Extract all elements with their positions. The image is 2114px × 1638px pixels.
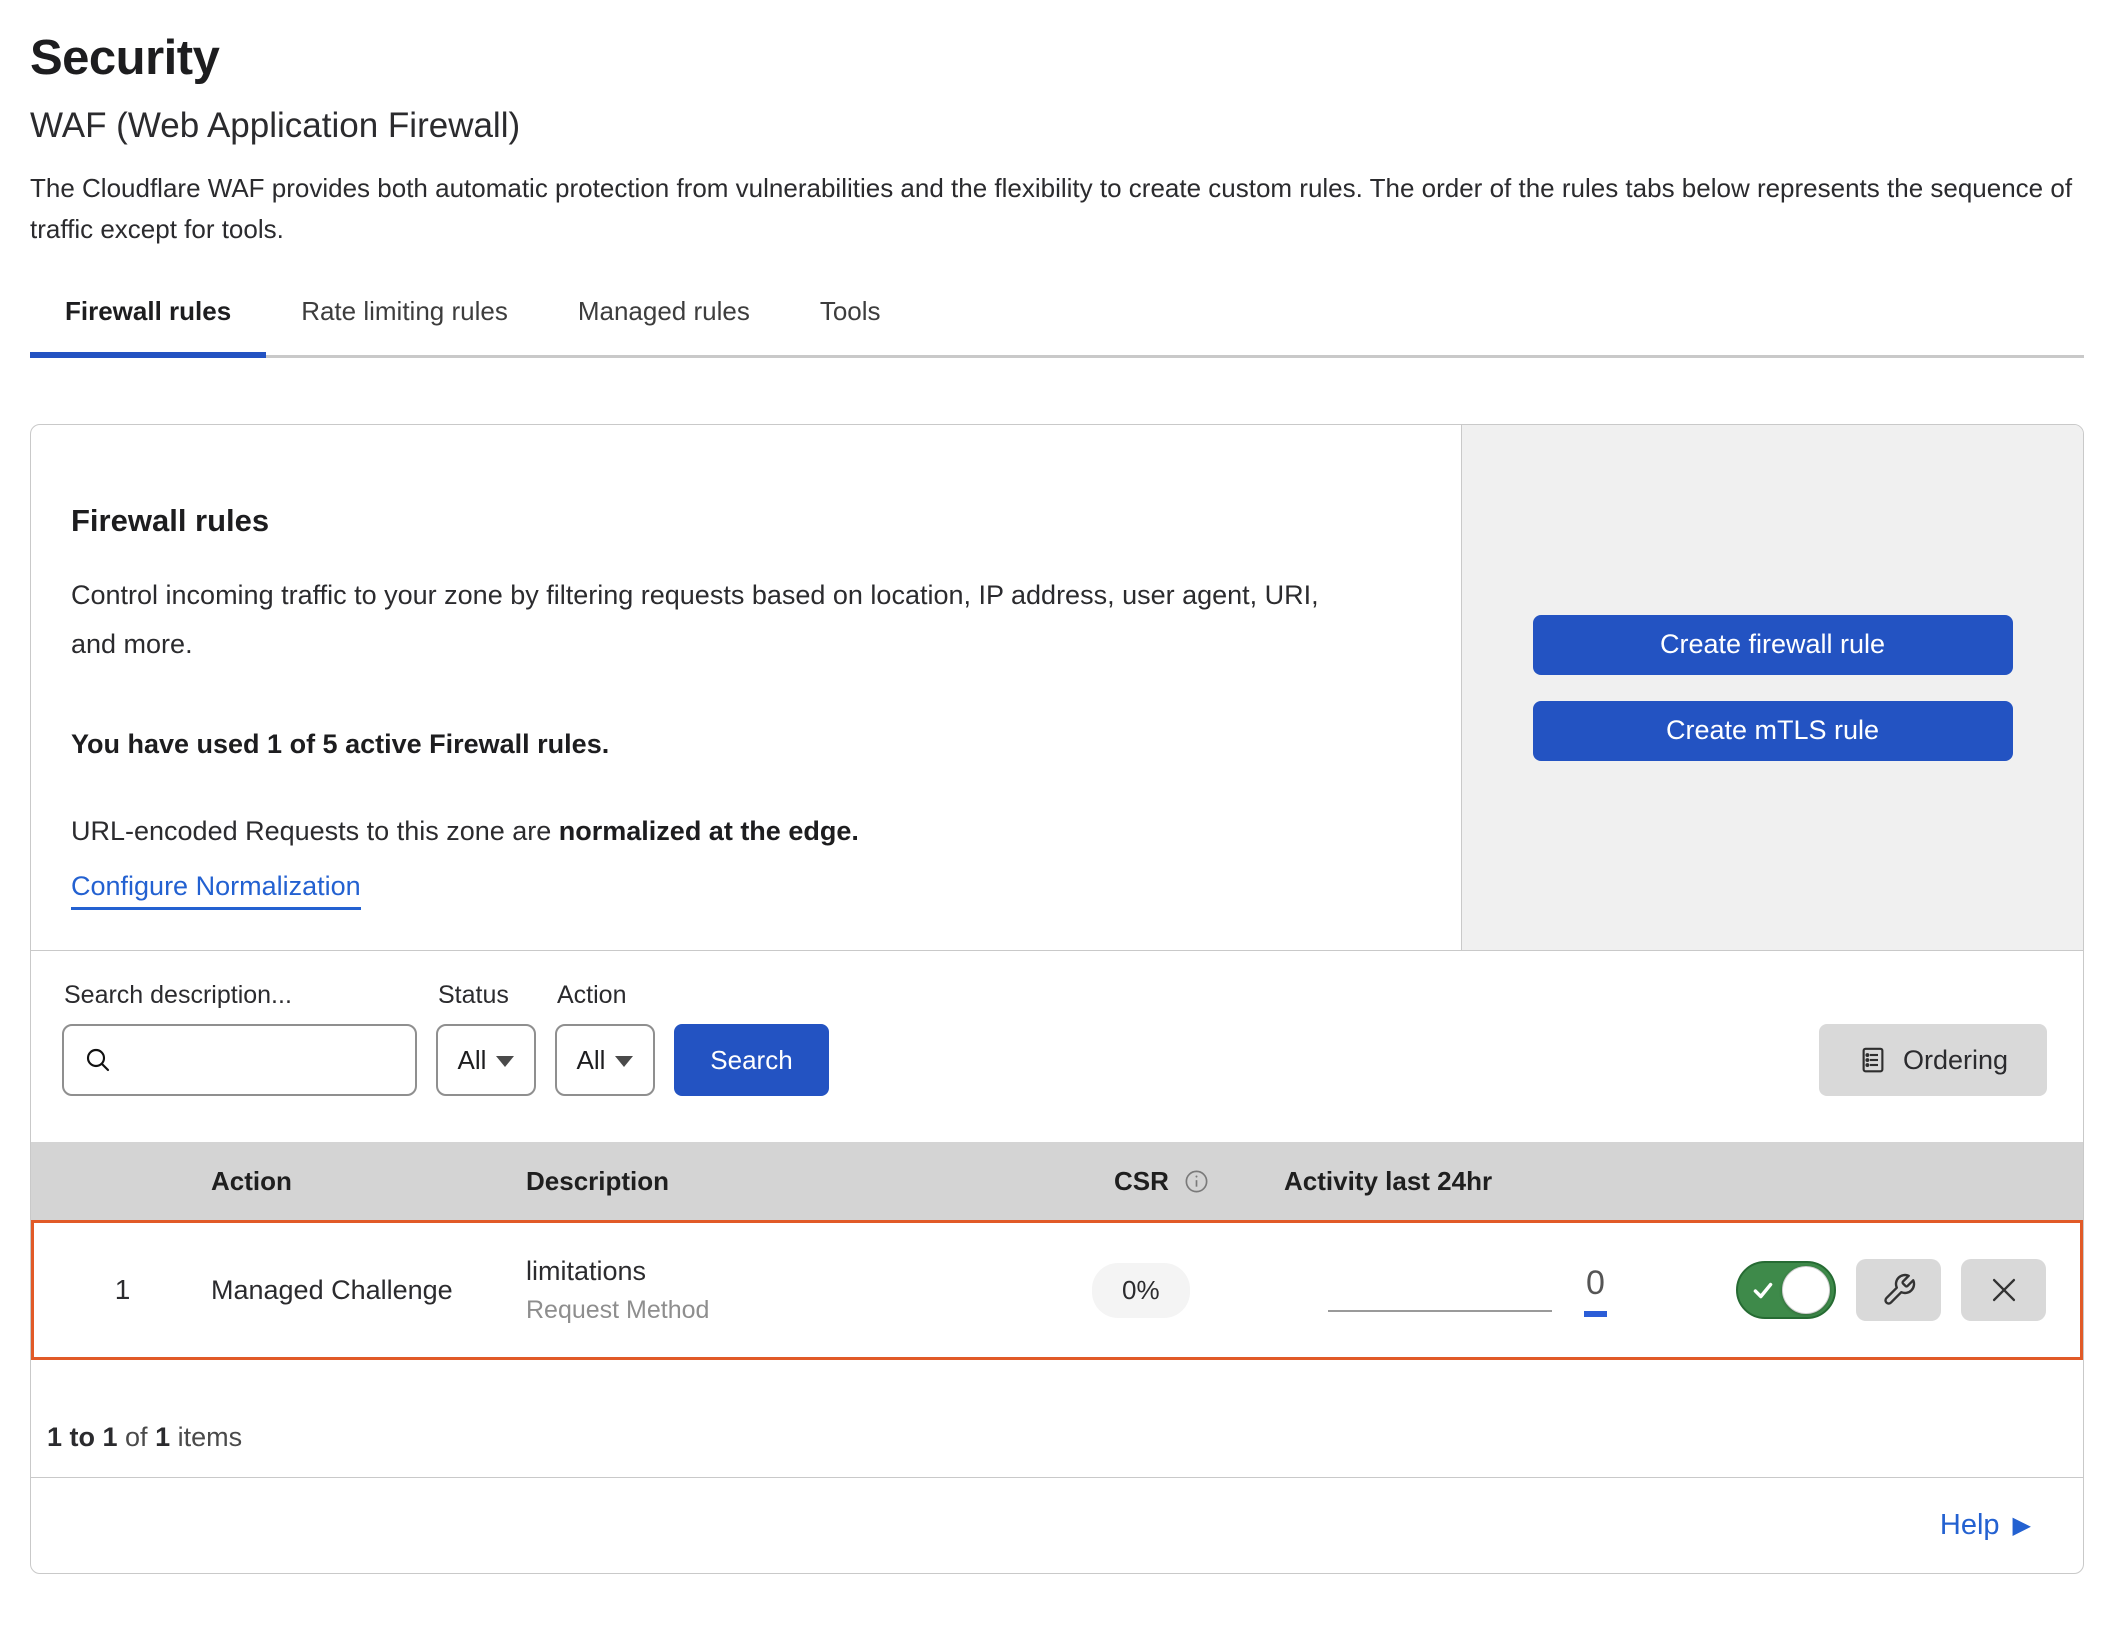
activity-count-link[interactable]: 0 <box>1584 1264 1607 1317</box>
usage-text: You have used 1 of 5 active Firewall rul… <box>71 729 1401 760</box>
delete-rule-button[interactable] <box>1961 1259 2046 1321</box>
card-heading: Firewall rules <box>71 503 1401 539</box>
rule-action: Managed Challenge <box>211 1275 526 1306</box>
firewall-rules-card: Firewall rules Control incoming traffic … <box>30 424 2084 1574</box>
ordering-button[interactable]: Ordering <box>1819 1024 2047 1096</box>
card-description: Control incoming traffic to your zone by… <box>71 571 1331 669</box>
configure-normalization-link[interactable]: Configure Normalization <box>71 871 361 910</box>
pagination-total: 1 <box>155 1422 170 1452</box>
status-dropdown[interactable]: All <box>436 1024 536 1096</box>
page-subtitle: WAF (Web Application Firewall) <box>30 106 2084 146</box>
create-mtls-rule-button[interactable]: Create mTLS rule <box>1533 701 2013 761</box>
ordering-list-icon <box>1858 1045 1888 1075</box>
rule-description: limitations <box>526 1256 1046 1287</box>
firewall-rule-row: 1 Managed Challenge limitations Request … <box>31 1220 2083 1360</box>
action-dropdown[interactable]: All <box>555 1024 655 1096</box>
rule-controls <box>1686 1259 2080 1321</box>
search-button[interactable]: Search <box>674 1024 829 1096</box>
filter-bar: Search description... Status All <box>31 950 2083 1142</box>
column-header-description: Description <box>526 1166 1046 1197</box>
security-waf-page: Security WAF (Web Application Firewall) … <box>0 0 2114 1574</box>
firewall-rules-info: Firewall rules Control incoming traffic … <box>31 425 1461 950</box>
firewall-rules-summary: Firewall rules Control incoming traffic … <box>31 425 2083 950</box>
toggle-knob <box>1782 1266 1830 1314</box>
normalization-text-bold: normalized at the edge. <box>559 816 859 846</box>
wrench-icon <box>1881 1272 1917 1308</box>
edit-rule-button[interactable] <box>1856 1259 1941 1321</box>
waf-tabs: Firewall rules Rate limiting rules Manag… <box>30 296 2084 358</box>
rule-priority: 1 <box>34 1274 211 1306</box>
chevron-down-icon <box>615 1056 633 1067</box>
status-group: Status All <box>436 981 536 1096</box>
pagination-items: items <box>170 1422 242 1452</box>
close-icon <box>1987 1273 2021 1307</box>
pagination-summary: 1 to 1 of 1 items <box>31 1360 2083 1477</box>
help-link[interactable]: Help ▶ <box>1940 1509 2031 1542</box>
table-header: Action Description CSR Activity last 24h… <box>31 1142 2083 1220</box>
pagination-range: 1 to 1 <box>47 1422 118 1452</box>
tab-rate-limiting-rules[interactable]: Rate limiting rules <box>266 296 543 355</box>
csr-badge: 0% <box>1092 1263 1190 1318</box>
pagination-of: of <box>118 1422 156 1452</box>
info-icon[interactable] <box>1183 1168 1210 1195</box>
tab-tools[interactable]: Tools <box>785 296 916 355</box>
column-header-csr: CSR <box>1046 1166 1266 1197</box>
status-label: Status <box>438 981 536 1010</box>
search-box <box>62 1024 417 1096</box>
search-group: Search description... <box>62 981 417 1096</box>
help-row: Help ▶ <box>31 1477 2083 1573</box>
action-label: Action <box>557 981 655 1010</box>
rule-csr-cell: 0% <box>1046 1263 1266 1318</box>
search-label: Search description... <box>64 981 417 1010</box>
create-firewall-rule-button[interactable]: Create firewall rule <box>1533 615 2013 675</box>
create-rule-panel: Create firewall rule Create mTLS rule <box>1461 425 2083 950</box>
normalization-text-plain: URL-encoded Requests to this zone are <box>71 816 559 846</box>
status-dropdown-value: All <box>458 1045 487 1076</box>
column-header-activity: Activity last 24hr <box>1266 1166 1686 1197</box>
action-dropdown-value: All <box>577 1045 606 1076</box>
column-header-action: Action <box>211 1166 526 1197</box>
rule-description-cell: limitations Request Method <box>526 1256 1046 1325</box>
ordering-button-label: Ordering <box>1903 1045 2008 1076</box>
normalization-text: URL-encoded Requests to this zone are no… <box>71 816 1401 847</box>
csr-header-label: CSR <box>1114 1166 1169 1197</box>
rule-enabled-toggle[interactable] <box>1736 1261 1836 1319</box>
rule-description-sub: Request Method <box>526 1296 1046 1325</box>
page-title: Security <box>30 30 2084 86</box>
action-group: Action All <box>555 981 655 1096</box>
tab-firewall-rules[interactable]: Firewall rules <box>30 296 266 355</box>
search-icon <box>82 1044 114 1076</box>
chevron-down-icon <box>496 1056 514 1067</box>
search-input[interactable] <box>122 1030 415 1090</box>
check-icon <box>1750 1277 1776 1308</box>
filter-controls: Search description... Status All <box>62 981 829 1096</box>
activity-sparkline <box>1328 1310 1552 1312</box>
tab-managed-rules[interactable]: Managed rules <box>543 296 785 355</box>
page-description: The Cloudflare WAF provides both automat… <box>30 168 2082 250</box>
rule-activity-cell: 0 <box>1266 1264 1686 1317</box>
help-link-label: Help <box>1940 1509 2000 1542</box>
help-arrow-icon: ▶ <box>2013 1511 2031 1540</box>
